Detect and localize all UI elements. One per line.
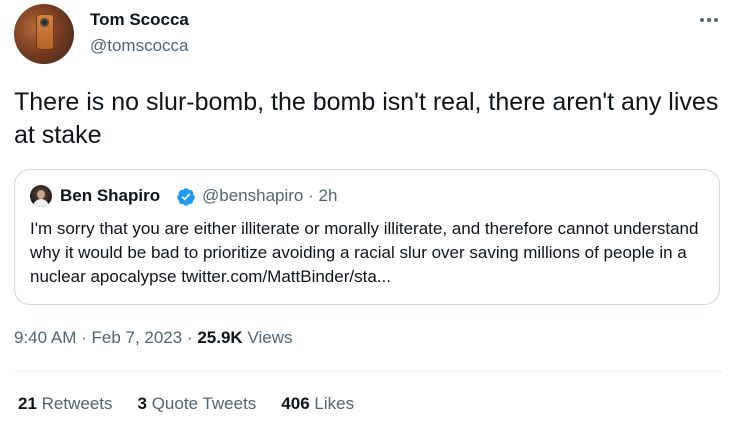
more-horizontal-icon bbox=[700, 18, 704, 22]
quote-tweets-stat[interactable]: 3 Quote Tweets bbox=[138, 394, 257, 414]
separator-dot: · bbox=[303, 186, 319, 205]
quoted-tweet-text: I'm sorry that you are either illiterate… bbox=[30, 219, 699, 286]
retweets-label: Retweets bbox=[36, 394, 113, 413]
tweet-stats: 21 Retweets 3 Quote Tweets 406 Likes bbox=[18, 394, 379, 414]
views-label: Views bbox=[242, 328, 293, 347]
author-handle[interactable]: @tomscocca bbox=[90, 36, 189, 56]
quoted-author-handle[interactable]: @benshapiro bbox=[202, 186, 303, 205]
separator-dot: · bbox=[76, 328, 92, 347]
author-name[interactable]: Tom Scocca bbox=[90, 10, 189, 30]
quoted-tweet-card[interactable]: Ben Shapiro @benshapiro · 2h I'm sorry t… bbox=[14, 169, 720, 305]
avatar-face-graphic bbox=[37, 190, 45, 199]
tweet-date[interactable]: Feb 7, 2023 bbox=[91, 328, 182, 347]
avatar-lens-graphic bbox=[40, 18, 49, 27]
more-horizontal-icon-dot bbox=[707, 18, 711, 22]
more-horizontal-icon-dot bbox=[714, 18, 718, 22]
quote-tweets-label: Quote Tweets bbox=[146, 394, 257, 413]
likes-count: 406 bbox=[281, 394, 310, 413]
tweet-text: There is no slur-bomb, the bomb isn't re… bbox=[14, 88, 719, 149]
author-avatar[interactable] bbox=[14, 4, 74, 64]
separator-dot: · bbox=[182, 328, 198, 347]
tweet-time[interactable]: 9:40 AM bbox=[14, 328, 76, 347]
likes-stat[interactable]: 406 Likes bbox=[281, 394, 354, 414]
divider bbox=[14, 371, 724, 372]
tweet: Tom Scocca @tomscocca There is no slur-b… bbox=[0, 0, 749, 432]
quoted-author-handle-time[interactable]: @benshapiro · 2h bbox=[202, 186, 337, 206]
likes-label: Likes bbox=[309, 394, 355, 413]
tweet-meta: 9:40 AM · Feb 7, 2023 · 25.9K Views bbox=[14, 328, 292, 348]
retweets-count: 21 bbox=[18, 394, 37, 413]
quoted-author-name[interactable]: Ben Shapiro bbox=[60, 186, 160, 206]
more-options-button[interactable] bbox=[692, 8, 726, 32]
avatar-shirt-graphic bbox=[33, 199, 49, 207]
views-count: 25.9K bbox=[197, 328, 243, 347]
verified-badge-icon bbox=[177, 188, 195, 206]
retweets-stat[interactable]: 21 Retweets bbox=[18, 394, 113, 414]
quoted-tweet-time[interactable]: 2h bbox=[319, 186, 338, 205]
quoted-author-avatar[interactable] bbox=[30, 185, 52, 207]
quote-tweets-count: 3 bbox=[137, 394, 147, 413]
